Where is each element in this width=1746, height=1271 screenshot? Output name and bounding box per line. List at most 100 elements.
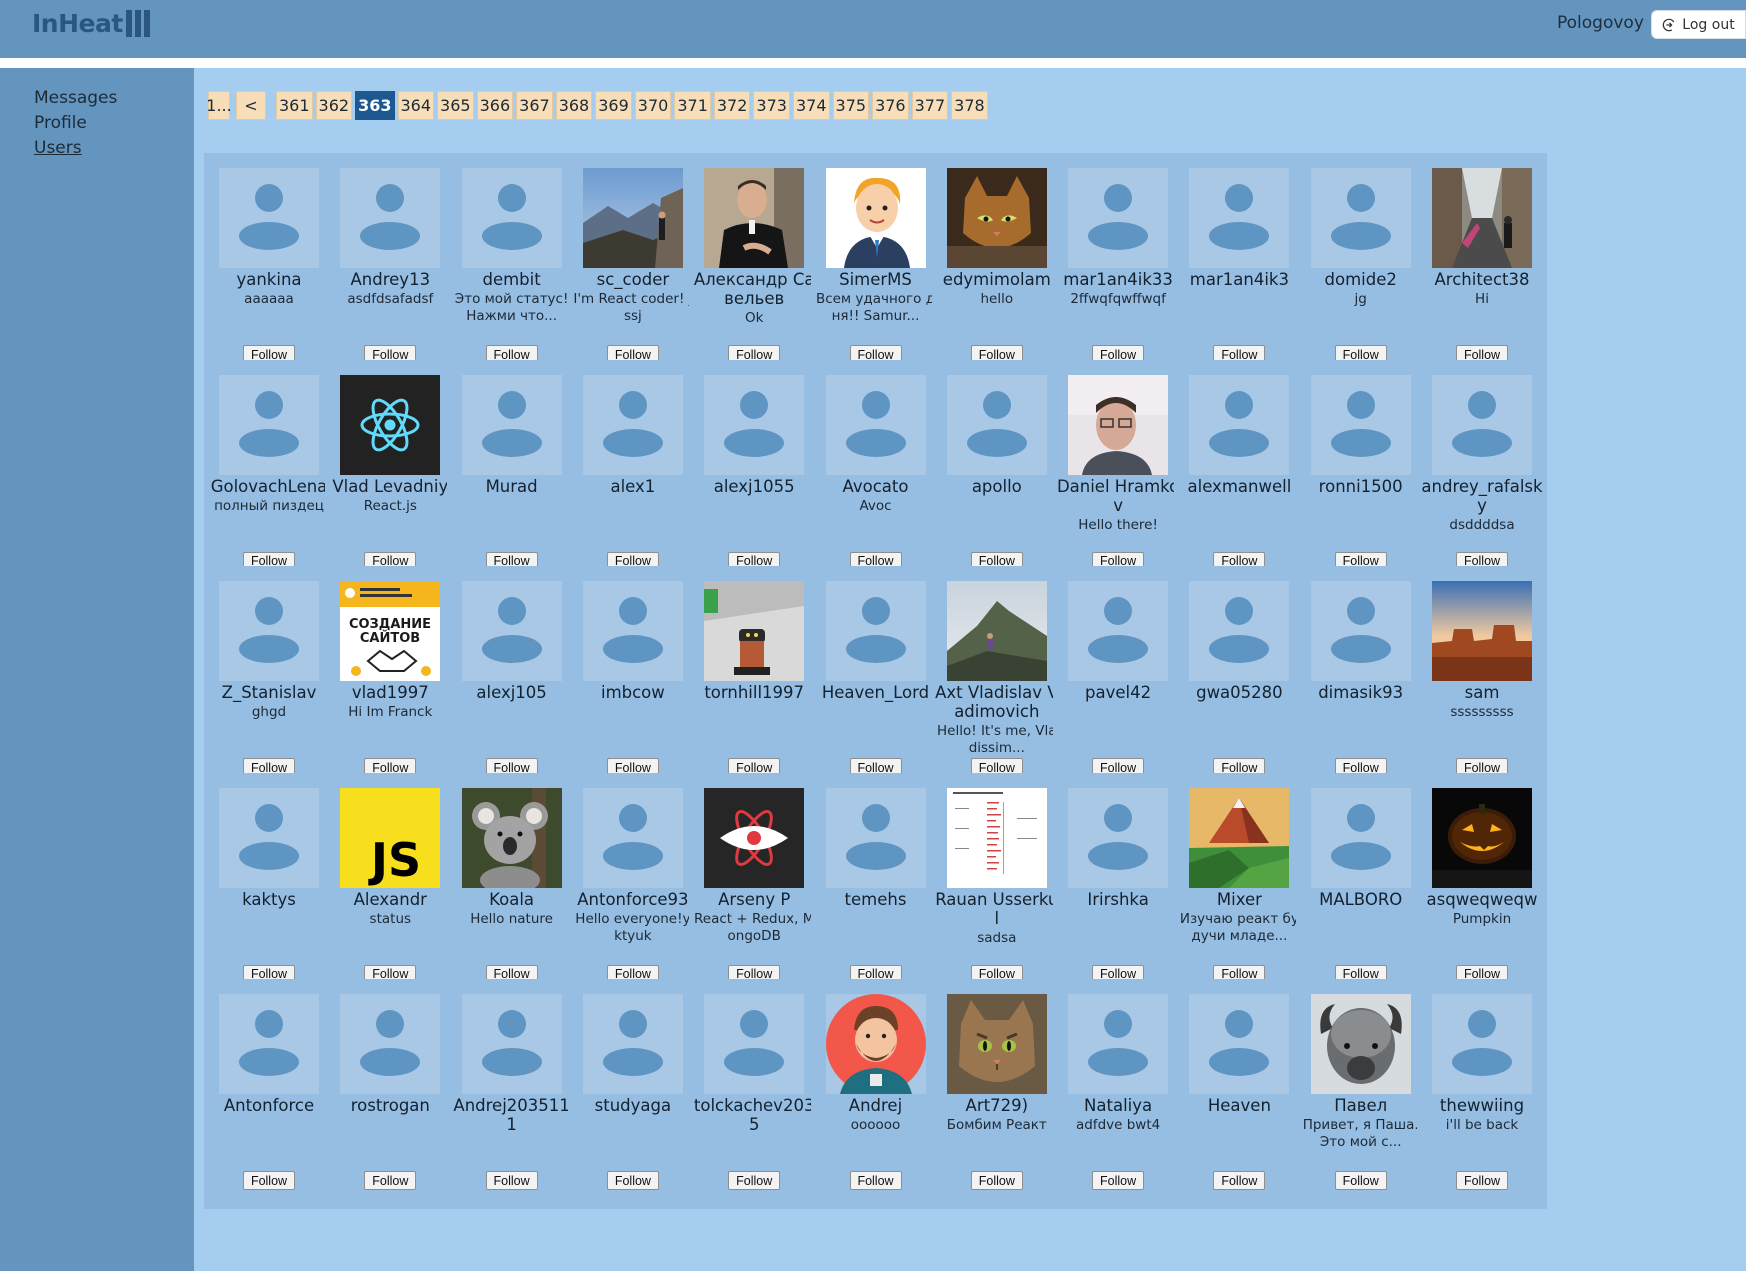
- user-card: Mixer Изучаю реакт будучи младе... Follow: [1174, 772, 1305, 1003]
- user-avatar[interactable]: JS: [340, 787, 441, 888]
- default-avatar-icon[interactable]: [219, 581, 319, 681]
- user-name: tornhill1997: [704, 683, 805, 702]
- page-first-button[interactable]: 1...: [206, 90, 232, 120]
- default-avatar-icon[interactable]: [1068, 168, 1169, 268]
- user-card: GolovachLena полный пиздец Follow: [204, 359, 334, 590]
- user-avatar[interactable]: [946, 581, 1047, 681]
- app-logo[interactable]: InHeat: [32, 6, 150, 40]
- user-card: gwa05280 Follow: [1174, 566, 1305, 796]
- default-avatar-icon[interactable]: [461, 994, 562, 1094]
- user-avatar[interactable]: [461, 787, 562, 888]
- user-avatar[interactable]: [946, 994, 1047, 1094]
- follow-button[interactable]: Follow: [364, 1171, 417, 1190]
- user-avatar[interactable]: [704, 581, 805, 681]
- page-number-button[interactable]: 367: [516, 90, 553, 120]
- follow-button[interactable]: Follow: [970, 1171, 1023, 1190]
- follow-button[interactable]: Follow: [1213, 1171, 1266, 1190]
- default-avatar-icon[interactable]: [1189, 994, 1290, 1094]
- user-avatar[interactable]: [1432, 581, 1532, 681]
- user-avatar[interactable]: [1189, 787, 1290, 888]
- default-avatar-icon[interactable]: [219, 787, 319, 888]
- default-avatar-icon[interactable]: [1189, 374, 1290, 475]
- default-avatar-icon[interactable]: [1068, 787, 1169, 888]
- page-prev-button[interactable]: <: [236, 90, 266, 120]
- default-avatar-icon[interactable]: [1189, 168, 1290, 268]
- default-avatar-icon[interactable]: [825, 374, 926, 475]
- default-avatar-icon[interactable]: [461, 581, 562, 681]
- user-avatar[interactable]: [582, 168, 683, 268]
- user-avatar[interactable]: [704, 168, 805, 268]
- page-number-button[interactable]: 373: [753, 90, 790, 120]
- follow-button[interactable]: Follow: [1092, 1171, 1145, 1190]
- user-avatar[interactable]: [1310, 994, 1411, 1094]
- default-avatar-icon[interactable]: [1189, 581, 1290, 681]
- default-avatar-icon[interactable]: [1068, 994, 1169, 1094]
- page-number-button[interactable]: 376: [872, 90, 909, 120]
- page-number-button[interactable]: 365: [437, 90, 474, 120]
- page-number-button[interactable]: 377: [911, 90, 949, 120]
- user-avatar[interactable]: [340, 374, 441, 475]
- default-avatar-icon[interactable]: [582, 787, 683, 888]
- user-avatar[interactable]: [704, 787, 805, 888]
- user-avatar[interactable]: [825, 994, 926, 1094]
- default-avatar-icon[interactable]: [1310, 787, 1411, 888]
- page-number-button[interactable]: 362: [315, 90, 353, 120]
- default-avatar-icon[interactable]: [582, 374, 683, 475]
- default-avatar-icon[interactable]: [1068, 581, 1169, 681]
- default-avatar-icon[interactable]: [340, 168, 441, 268]
- sidebar-item-users[interactable]: Users: [34, 138, 82, 158]
- default-avatar-icon[interactable]: [1432, 374, 1532, 475]
- follow-button[interactable]: Follow: [728, 1171, 781, 1190]
- page-number-button[interactable]: 370: [634, 90, 672, 120]
- page-number-button[interactable]: 378: [951, 90, 988, 120]
- follow-button[interactable]: Follow: [1456, 1171, 1508, 1190]
- default-avatar-icon[interactable]: [582, 994, 683, 1094]
- user-avatar[interactable]: [1432, 787, 1532, 888]
- default-avatar-icon[interactable]: [461, 374, 562, 475]
- default-avatar-icon[interactable]: [704, 994, 805, 1094]
- page-number-button[interactable]: 375: [832, 90, 870, 120]
- default-avatar-icon[interactable]: [1310, 168, 1411, 268]
- user-avatar[interactable]: [1432, 168, 1532, 268]
- default-avatar-icon[interactable]: [825, 581, 926, 681]
- default-avatar-icon[interactable]: [704, 374, 805, 475]
- sidebar-item-profile[interactable]: Profile: [34, 113, 87, 133]
- user-avatar[interactable]: СОЗДАНИЕ САЙТОВ: [340, 581, 441, 681]
- default-avatar-icon[interactable]: [219, 168, 319, 268]
- page-number-button[interactable]: 368: [555, 90, 593, 120]
- page-number-button[interactable]: 371: [674, 90, 711, 120]
- page-number-button[interactable]: 369: [595, 90, 632, 120]
- default-avatar-icon[interactable]: [825, 787, 926, 888]
- page-number-button[interactable]: 366: [476, 90, 514, 120]
- page-number-button[interactable]: 374: [792, 90, 830, 120]
- user-status: status: [369, 910, 412, 927]
- default-avatar-icon[interactable]: [340, 994, 441, 1094]
- follow-button[interactable]: Follow: [849, 1171, 902, 1190]
- page-number-button[interactable]: 363: [355, 90, 395, 120]
- follow-button[interactable]: Follow: [1334, 1171, 1387, 1190]
- user-avatar[interactable]: [946, 168, 1047, 268]
- default-avatar-icon[interactable]: [1432, 994, 1532, 1094]
- default-avatar-icon[interactable]: [1310, 581, 1411, 681]
- default-avatar-icon[interactable]: [946, 374, 1047, 475]
- user-name: pavel42: [1085, 683, 1152, 702]
- sidebar-item-messages[interactable]: Messages: [34, 88, 117, 108]
- page-number-button[interactable]: 364: [397, 90, 435, 120]
- default-avatar-icon[interactable]: [582, 581, 683, 681]
- user-avatar[interactable]: [1068, 374, 1169, 475]
- user-name: ronni1500: [1318, 476, 1403, 496]
- user-name: Nataliya: [1084, 1096, 1153, 1115]
- page-number-button[interactable]: 361: [276, 90, 313, 120]
- user-avatar[interactable]: [825, 168, 926, 268]
- default-avatar-icon[interactable]: [219, 374, 319, 475]
- logout-button[interactable]: Log out: [1651, 10, 1746, 39]
- follow-button[interactable]: Follow: [243, 1171, 295, 1190]
- default-avatar-icon[interactable]: [219, 994, 319, 1094]
- page-number-button[interactable]: 372: [713, 90, 751, 120]
- follow-button[interactable]: Follow: [606, 1171, 659, 1190]
- user-avatar[interactable]: [946, 787, 1047, 888]
- user-name: apollo: [971, 476, 1022, 496]
- default-avatar-icon[interactable]: [461, 168, 562, 268]
- follow-button[interactable]: Follow: [485, 1171, 538, 1190]
- default-avatar-icon[interactable]: [1310, 374, 1411, 475]
